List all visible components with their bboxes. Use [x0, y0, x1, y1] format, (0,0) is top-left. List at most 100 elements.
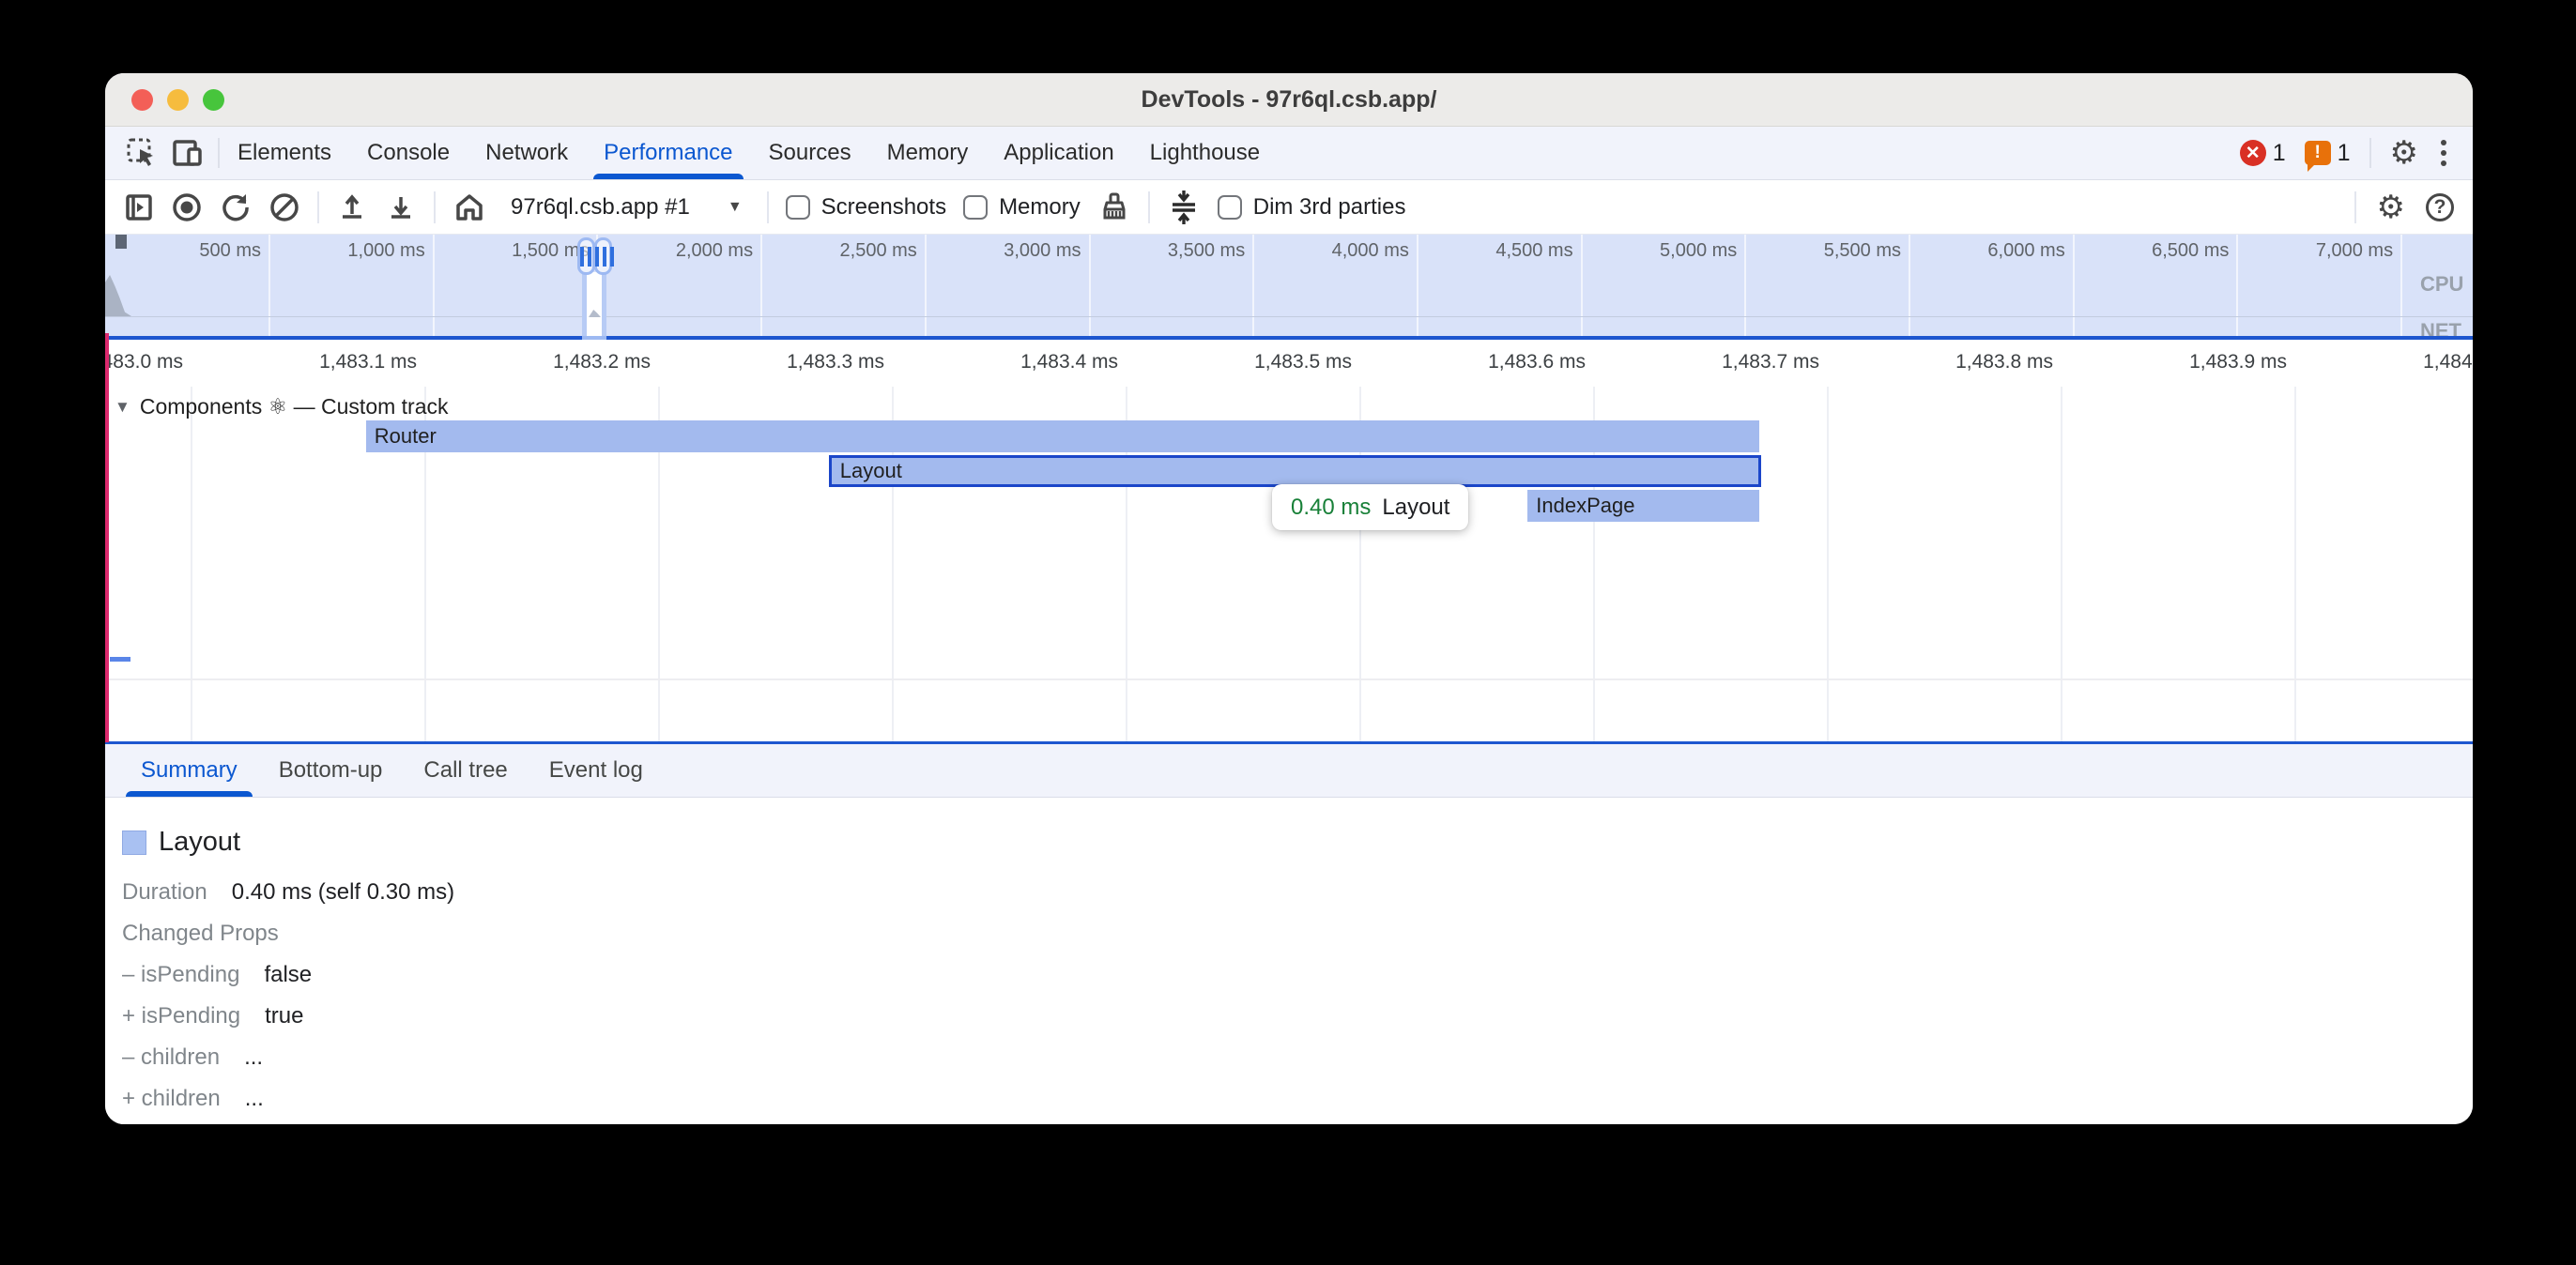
capture-settings-gear-icon[interactable]: ⚙ — [2377, 191, 2405, 223]
collapse-sections-icon[interactable] — [1167, 189, 1201, 226]
reload-and-record-icon[interactable] — [220, 191, 252, 223]
memory-checkbox[interactable]: Memory — [963, 194, 1081, 221]
help-icon[interactable]: ? — [2426, 193, 2454, 221]
overview-marker — [115, 235, 127, 249]
ruler-tick-label: 1,483.1 ms — [319, 351, 417, 373]
devtools-window: DevTools - 97r6ql.csb.app/ Elements Cons… — [105, 73, 2473, 1124]
flame-bar-layout[interactable]: Layout — [829, 455, 1762, 487]
toggle-sidebar-icon[interactable] — [124, 192, 154, 222]
flame-gridline — [1827, 387, 1829, 741]
overview-gridline — [433, 235, 435, 336]
overview-tick-label: 6,500 ms — [2152, 240, 2229, 262]
tab-event-log[interactable]: Event log — [529, 744, 664, 797]
toolbar-divider — [2354, 191, 2356, 223]
overview-gridline — [1744, 235, 1746, 336]
overview-tick-label: 7,000 ms — [2316, 240, 2393, 262]
summary-row: Changed Props — [122, 913, 2454, 954]
error-badge[interactable]: ✕ 1 — [2240, 140, 2286, 167]
more-options-icon[interactable] — [2437, 136, 2450, 170]
overview-gridline — [1909, 235, 1910, 336]
summary-row: – isPendingfalse — [122, 954, 2454, 996]
summary-row-value: 0.40 ms (self 0.30 ms) — [232, 879, 454, 906]
flame-bar-router[interactable]: Router — [366, 420, 1759, 452]
warning-count: 1 — [2338, 140, 2351, 167]
summary-title-row: Layout — [122, 827, 240, 858]
summary-row: + isPending true — [122, 996, 2454, 1037]
dim-3rd-parties-checkbox[interactable]: Dim 3rd parties — [1218, 194, 1406, 221]
tab-network[interactable]: Network — [468, 127, 586, 179]
timeline-overview[interactable]: 500 ms1,000 ms1,500 ms2,000 ms2,500 ms3,… — [105, 235, 2473, 336]
tooltip-name: Layout — [1382, 495, 1449, 521]
target-selector-dropdown[interactable]: 97r6ql.csb.app #1 ▼ — [503, 194, 750, 221]
overview-gridline — [2400, 235, 2402, 336]
summary-row-label: Changed Props — [122, 921, 279, 947]
clear-icon[interactable] — [268, 191, 300, 223]
flame-bar-indexpage[interactable]: IndexPage — [1527, 490, 1759, 522]
toolbar-divider — [317, 191, 319, 223]
minimize-window-button[interactable] — [167, 89, 189, 111]
close-window-button[interactable] — [131, 89, 153, 111]
collect-garbage-icon[interactable] — [1097, 191, 1131, 224]
overview-tick-label: 6,000 ms — [1987, 240, 2064, 262]
summary-row-label: Duration — [122, 879, 207, 906]
overview-gridline — [2073, 235, 2075, 336]
upload-profile-icon[interactable] — [336, 191, 368, 223]
ruler-tick-label: 1,483.5 ms — [1254, 351, 1352, 373]
settings-gear-icon[interactable]: ⚙ — [2390, 137, 2418, 169]
overview-gridline — [1089, 235, 1091, 336]
tab-lighthouse[interactable]: Lighthouse — [1132, 127, 1278, 179]
overview-gridline — [1417, 235, 1418, 336]
zoom-window-button[interactable] — [203, 89, 224, 111]
ruler-tick-label: 1,483.8 ms — [1955, 351, 2053, 373]
overview-tick-label: 3,500 ms — [1168, 240, 1245, 262]
screenshots-checkbox[interactable]: Screenshots — [786, 194, 946, 221]
toolbar-divider — [767, 191, 769, 223]
ruler-tick-label: 1,483.0 ms — [105, 351, 183, 373]
ruler-tick-label: 1,483.7 ms — [1722, 351, 1819, 373]
ruler-tick-label: 1,484.0 ms — [2423, 351, 2473, 373]
flame-gridline — [2061, 387, 2062, 741]
summary-row-label: + children — [122, 1086, 221, 1112]
titlebar: DevTools - 97r6ql.csb.app/ — [105, 73, 2473, 127]
cpu-activity-chart — [105, 275, 131, 316]
track-title-text: Components ⚛ — Custom track — [140, 394, 449, 419]
track-separator — [105, 678, 2473, 680]
summary-row-value: ... — [245, 1086, 264, 1112]
flame-chart[interactable]: ▼ Components ⚛ — Custom track RouterLayo… — [105, 387, 2473, 741]
memory-label: Memory — [999, 194, 1081, 221]
summary-row-label: – isPending — [122, 962, 239, 988]
tab-summary[interactable]: Summary — [120, 744, 258, 797]
performance-toolbar: 97r6ql.csb.app #1 ▼ Screenshots Memory — [105, 180, 2473, 235]
tab-bottom-up[interactable]: Bottom-up — [258, 744, 404, 797]
tab-performance[interactable]: Performance — [586, 127, 750, 179]
overview-selection-window[interactable] — [582, 272, 606, 336]
warning-icon: ! — [2305, 141, 2331, 165]
chevron-down-icon: ▼ — [728, 199, 743, 216]
tabbar-right-divider — [2369, 138, 2371, 168]
device-toolbar-icon[interactable] — [171, 137, 205, 169]
tab-application[interactable]: Application — [986, 127, 1131, 179]
record-icon[interactable] — [171, 191, 203, 223]
ruler-tick-label: 1,483.2 ms — [553, 351, 651, 373]
warning-badge[interactable]: ! 1 — [2305, 140, 2351, 167]
summary-row-label: + isPending — [122, 1003, 240, 1029]
home-icon[interactable] — [452, 191, 486, 223]
flame-tooltip: 0.40 ms Layout — [1272, 484, 1468, 530]
overview-tick-label: 4,500 ms — [1495, 240, 1572, 262]
tab-memory[interactable]: Memory — [869, 127, 987, 179]
event-color-swatch — [122, 831, 146, 855]
summary-row: + children... — [122, 1078, 2454, 1120]
overview-gridline — [1581, 235, 1583, 336]
tooltip-duration: 0.40 ms — [1291, 495, 1371, 521]
inspect-element-icon[interactable] — [126, 137, 158, 169]
tab-console[interactable]: Console — [349, 127, 468, 179]
error-icon: ✕ — [2240, 140, 2266, 166]
track-header[interactable]: ▼ Components ⚛ — Custom track — [115, 394, 449, 419]
tab-elements[interactable]: Elements — [220, 127, 349, 179]
download-profile-icon[interactable] — [385, 191, 417, 223]
overview-gridline — [1252, 235, 1254, 336]
tab-sources[interactable]: Sources — [751, 127, 869, 179]
tab-call-tree[interactable]: Call tree — [403, 744, 528, 797]
detail-time-ruler: 1,483.0 ms1,483.1 ms1,483.2 ms1,483.3 ms… — [105, 340, 2473, 387]
summary-row-value: true — [265, 1003, 303, 1029]
